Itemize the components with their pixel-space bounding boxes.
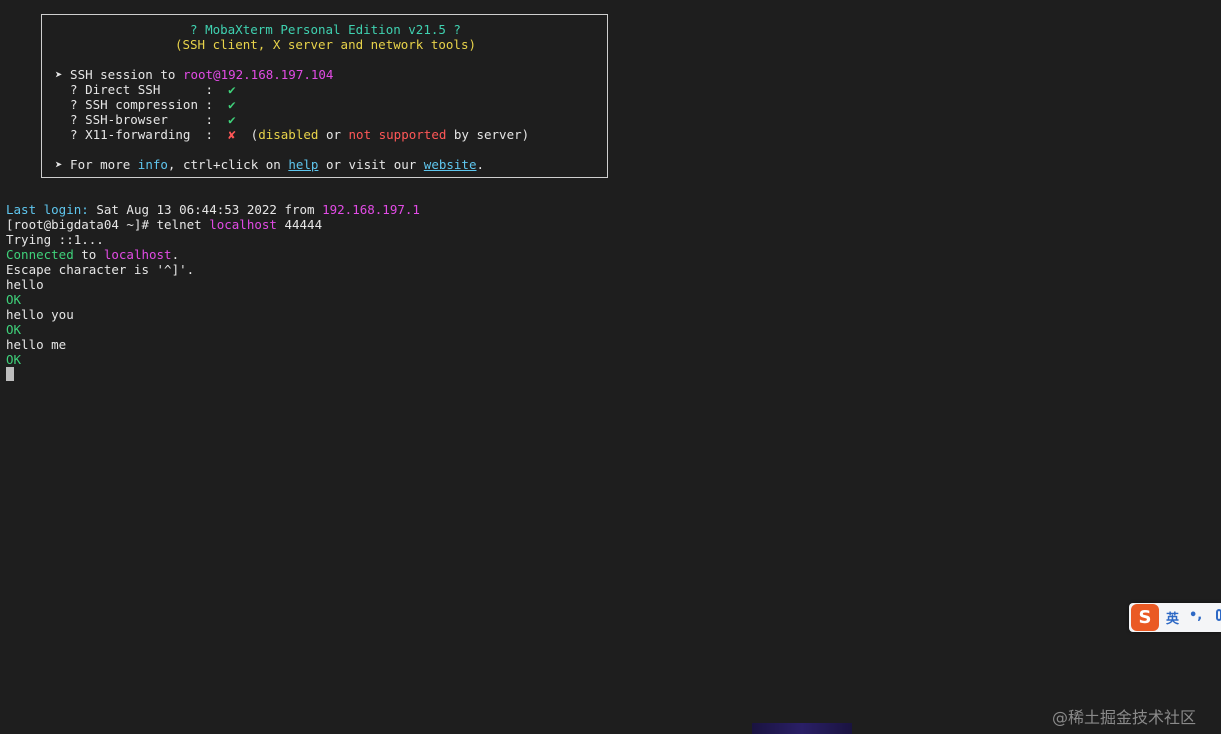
input-line: hello [6, 277, 44, 292]
info-link[interactable]: info [138, 157, 168, 172]
feature-label: ? X11-forwarding : [55, 127, 229, 142]
session-prefix: ➤ SSH session to [55, 67, 183, 82]
more-prefix: ➤ For more [55, 157, 138, 172]
taskbar-fragment [752, 723, 852, 734]
trying-line: Trying ::1... [6, 232, 104, 247]
connected-host: localhost [103, 247, 172, 262]
escape-line: Escape character is '^]'. [6, 262, 195, 277]
feature-label: ? SSH compression : [55, 97, 229, 112]
sogou-logo-icon[interactable]: S [1131, 604, 1159, 631]
command-host: localhost [209, 217, 277, 232]
last-login-label: Last login: [6, 202, 89, 217]
response-line: OK [6, 352, 22, 367]
last-login-text: Sat Aug 13 06:44:53 2022 from [88, 202, 323, 217]
feature-label: ? Direct SSH : [55, 82, 229, 97]
connected-line: Connected to localhost. [6, 247, 179, 262]
x11-note-by-server: by server) [446, 127, 530, 142]
last-login-ip: 192.168.197.1 [322, 202, 420, 217]
more-end: . [476, 157, 485, 172]
feature-label: ? SSH-browser : [55, 112, 229, 127]
feature-direct-ssh: ? Direct SSH : ✔ [55, 82, 236, 97]
check-icon: ✔ [228, 112, 236, 127]
help-link[interactable]: help [288, 157, 318, 172]
check-icon: ✔ [228, 97, 236, 112]
banner-title: ? MobaXterm Personal Edition v21.5 ? [190, 22, 461, 37]
feature-ssh-compression: ? SSH compression : ✔ [55, 97, 236, 112]
ime-toolbar[interactable]: S 英 •, [1129, 603, 1221, 632]
more-info-line: ➤ For more info, ctrl+click on help or v… [55, 157, 484, 172]
response-line: OK [6, 292, 22, 307]
shell-prompt: [root@bigdata04 ~]# [6, 217, 157, 232]
connected-to: to [73, 247, 104, 262]
input-line: hello me [6, 337, 67, 352]
ime-language-toggle[interactable]: 英 [1166, 608, 1179, 627]
welcome-banner: ? MobaXterm Personal Edition v21.5 ? (SS… [41, 14, 608, 178]
command-line: [root@bigdata04 ~]# telnet localhost 444… [6, 217, 322, 232]
ssh-session-line: ➤ SSH session to root@192.168.197.104 [55, 67, 333, 82]
session-target: root@192.168.197.104 [182, 67, 334, 82]
feature-ssh-browser: ? SSH-browser : ✔ [55, 112, 236, 127]
more-mid2: or visit our [318, 157, 424, 172]
x11-note-not-supported: not supported [348, 127, 447, 142]
command-port: 44444 [276, 217, 323, 232]
response-line: OK [6, 322, 22, 337]
feature-x11-forwarding: ? X11-forwarding : ✘ (disabled or not su… [55, 127, 529, 142]
x11-note-open: ( [235, 127, 259, 142]
command-telnet: telnet [156, 217, 210, 232]
watermark: @稀土掘金技术社区 [1052, 708, 1197, 727]
microphone-icon[interactable] [1216, 609, 1221, 621]
banner-subtitle: (SSH client, X server and network tools) [174, 37, 477, 52]
ime-punctuation-toggle[interactable]: •, [1189, 608, 1202, 623]
website-link[interactable]: website [424, 157, 477, 172]
cross-icon: ✘ [228, 127, 236, 142]
connected-end: . [171, 247, 180, 262]
connected-word: Connected [6, 247, 74, 262]
last-login-line: Last login: Sat Aug 13 06:44:53 2022 fro… [6, 202, 420, 217]
check-icon: ✔ [228, 82, 236, 97]
x11-note-or: or [318, 127, 349, 142]
input-line: hello you [6, 307, 74, 322]
more-mid1: , ctrl+click on [167, 157, 289, 172]
terminal-cursor [6, 367, 14, 381]
terminal-screen[interactable]: ? MobaXterm Personal Edition v21.5 ? (SS… [0, 0, 1221, 734]
x11-note-disabled: disabled [258, 127, 319, 142]
